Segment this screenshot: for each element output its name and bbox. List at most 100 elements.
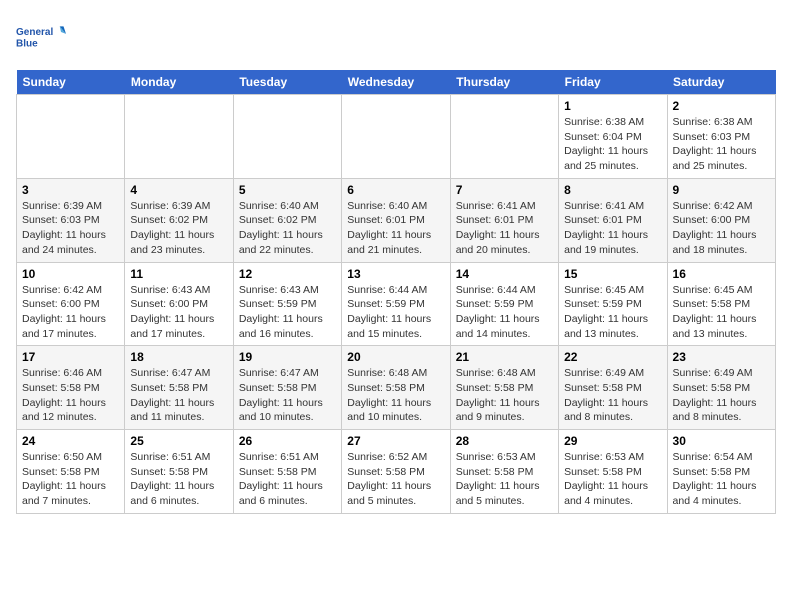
calendar-cell: 8 Sunrise: 6:41 AM Sunset: 6:01 PM Daylig… [559,178,667,262]
day-info: Sunrise: 6:45 AM Sunset: 5:58 PM Dayligh… [673,283,770,342]
calendar-cell [17,95,125,179]
day-info: Sunrise: 6:50 AM Sunset: 5:58 PM Dayligh… [22,450,119,509]
day-info: Sunrise: 6:48 AM Sunset: 5:58 PM Dayligh… [456,366,553,425]
day-info: Sunrise: 6:44 AM Sunset: 5:59 PM Dayligh… [347,283,444,342]
calendar-cell: 15Sunrise: 6:45 AM Sunset: 5:59 PM Dayli… [559,262,667,346]
day-info: Sunrise: 6:38 AM Sunset: 6:04 PM Dayligh… [564,115,661,174]
day-number: 25 [130,434,227,448]
day-number: 1 [564,99,661,113]
day-of-week-header: Monday [125,70,233,95]
calendar-cell: 20 Sunrise: 6:48 AM Sunset: 5:58 PM Dayli… [342,346,450,430]
calendar-cell: 28Sunrise: 6:53 AM Sunset: 5:58 PM Dayli… [450,430,558,514]
calendar-week-row: 1 Sunrise: 6:38 AM Sunset: 6:04 PM Daylig… [17,95,776,179]
day-info: Sunrise: 6:45 AM Sunset: 5:59 PM Dayligh… [564,283,661,342]
day-info: Sunrise: 6:51 AM Sunset: 5:58 PM Dayligh… [239,450,336,509]
day-info: Sunrise: 6:44 AM Sunset: 5:59 PM Dayligh… [456,283,553,342]
calendar-cell: 7 Sunrise: 6:41 AM Sunset: 6:01 PM Daylig… [450,178,558,262]
day-number: 3 [22,183,119,197]
calendar-cell: 26 Sunrise: 6:51 AM Sunset: 5:58 PM Dayli… [233,430,341,514]
day-info: Sunrise: 6:41 AM Sunset: 6:01 PM Dayligh… [564,199,661,258]
calendar-cell [342,95,450,179]
day-info: Sunrise: 6:43 AM Sunset: 5:59 PM Dayligh… [239,283,336,342]
day-info: Sunrise: 6:40 AM Sunset: 6:01 PM Dayligh… [347,199,444,258]
svg-text:General: General [16,27,53,38]
calendar-cell: 12 Sunrise: 6:43 AM Sunset: 5:59 PM Dayli… [233,262,341,346]
day-info: Sunrise: 6:48 AM Sunset: 5:58 PM Dayligh… [347,366,444,425]
day-number: 9 [673,183,770,197]
day-number: 7 [456,183,553,197]
calendar-cell: 1 Sunrise: 6:38 AM Sunset: 6:04 PM Daylig… [559,95,667,179]
calendar-cell: 27Sunrise: 6:52 AM Sunset: 5:58 PM Dayli… [342,430,450,514]
calendar-cell [125,95,233,179]
calendar-cell: 25 Sunrise: 6:51 AM Sunset: 5:58 PM Dayli… [125,430,233,514]
logo-svg: General Blue [16,16,66,58]
day-number: 10 [22,267,119,281]
calendar-cell: 5Sunrise: 6:40 AM Sunset: 6:02 PM Daylig… [233,178,341,262]
day-number: 17 [22,350,119,364]
calendar-cell: 19 Sunrise: 6:47 AM Sunset: 5:58 PM Dayli… [233,346,341,430]
day-info: Sunrise: 6:39 AM Sunset: 6:02 PM Dayligh… [130,199,227,258]
calendar-cell: 18 Sunrise: 6:47 AM Sunset: 5:58 PM Dayli… [125,346,233,430]
day-info: Sunrise: 6:42 AM Sunset: 6:00 PM Dayligh… [673,199,770,258]
day-info: Sunrise: 6:47 AM Sunset: 5:58 PM Dayligh… [130,366,227,425]
day-number: 11 [130,267,227,281]
day-of-week-header: Friday [559,70,667,95]
calendar-cell [233,95,341,179]
day-number: 2 [673,99,770,113]
day-number: 23 [673,350,770,364]
calendar-cell: 6Sunrise: 6:40 AM Sunset: 6:01 PM Daylig… [342,178,450,262]
calendar-cell: 10 Sunrise: 6:42 AM Sunset: 6:00 PM Dayli… [17,262,125,346]
calendar-cell [450,95,558,179]
day-info: Sunrise: 6:51 AM Sunset: 5:58 PM Dayligh… [130,450,227,509]
day-number: 29 [564,434,661,448]
calendar-week-row: 3 Sunrise: 6:39 AM Sunset: 6:03 PM Daylig… [17,178,776,262]
calendar-week-row: 10 Sunrise: 6:42 AM Sunset: 6:00 PM Dayli… [17,262,776,346]
day-of-week-header: Tuesday [233,70,341,95]
day-number: 12 [239,267,336,281]
day-number: 14 [456,267,553,281]
day-number: 13 [347,267,444,281]
day-number: 4 [130,183,227,197]
calendar-cell: 22Sunrise: 6:49 AM Sunset: 5:58 PM Dayli… [559,346,667,430]
day-header-row: SundayMondayTuesdayWednesdayThursdayFrid… [17,70,776,95]
day-number: 28 [456,434,553,448]
day-number: 26 [239,434,336,448]
day-info: Sunrise: 6:52 AM Sunset: 5:58 PM Dayligh… [347,450,444,509]
day-number: 19 [239,350,336,364]
day-info: Sunrise: 6:54 AM Sunset: 5:58 PM Dayligh… [673,450,770,509]
day-number: 30 [673,434,770,448]
calendar-week-row: 17 Sunrise: 6:46 AM Sunset: 5:58 PM Dayli… [17,346,776,430]
calendar-cell: 11 Sunrise: 6:43 AM Sunset: 6:00 PM Dayli… [125,262,233,346]
calendar-table: SundayMondayTuesdayWednesdayThursdayFrid… [16,70,776,514]
day-of-week-header: Thursday [450,70,558,95]
calendar-cell: 14 Sunrise: 6:44 AM Sunset: 5:59 PM Dayli… [450,262,558,346]
day-of-week-header: Wednesday [342,70,450,95]
day-info: Sunrise: 6:53 AM Sunset: 5:58 PM Dayligh… [564,450,661,509]
day-number: 24 [22,434,119,448]
calendar-cell: 3 Sunrise: 6:39 AM Sunset: 6:03 PM Daylig… [17,178,125,262]
day-info: Sunrise: 6:39 AM Sunset: 6:03 PM Dayligh… [22,199,119,258]
day-of-week-header: Saturday [667,70,775,95]
svg-text:Blue: Blue [16,38,38,49]
day-info: Sunrise: 6:46 AM Sunset: 5:58 PM Dayligh… [22,366,119,425]
day-info: Sunrise: 6:49 AM Sunset: 5:58 PM Dayligh… [673,366,770,425]
day-number: 5 [239,183,336,197]
logo: General Blue [16,16,66,58]
day-info: Sunrise: 6:41 AM Sunset: 6:01 PM Dayligh… [456,199,553,258]
day-info: Sunrise: 6:43 AM Sunset: 6:00 PM Dayligh… [130,283,227,342]
day-number: 21 [456,350,553,364]
calendar-cell: 29 Sunrise: 6:53 AM Sunset: 5:58 PM Dayli… [559,430,667,514]
day-info: Sunrise: 6:38 AM Sunset: 6:03 PM Dayligh… [673,115,770,174]
day-number: 18 [130,350,227,364]
day-info: Sunrise: 6:42 AM Sunset: 6:00 PM Dayligh… [22,283,119,342]
calendar-cell: 17 Sunrise: 6:46 AM Sunset: 5:58 PM Dayli… [17,346,125,430]
calendar-cell: 13 Sunrise: 6:44 AM Sunset: 5:59 PM Dayli… [342,262,450,346]
day-info: Sunrise: 6:49 AM Sunset: 5:58 PM Dayligh… [564,366,661,425]
calendar-cell: 21 Sunrise: 6:48 AM Sunset: 5:58 PM Dayli… [450,346,558,430]
calendar-cell: 16Sunrise: 6:45 AM Sunset: 5:58 PM Dayli… [667,262,775,346]
day-number: 8 [564,183,661,197]
calendar-cell: 24 Sunrise: 6:50 AM Sunset: 5:58 PM Dayli… [17,430,125,514]
calendar-cell: 23 Sunrise: 6:49 AM Sunset: 5:58 PM Dayli… [667,346,775,430]
day-info: Sunrise: 6:47 AM Sunset: 5:58 PM Dayligh… [239,366,336,425]
day-number: 20 [347,350,444,364]
